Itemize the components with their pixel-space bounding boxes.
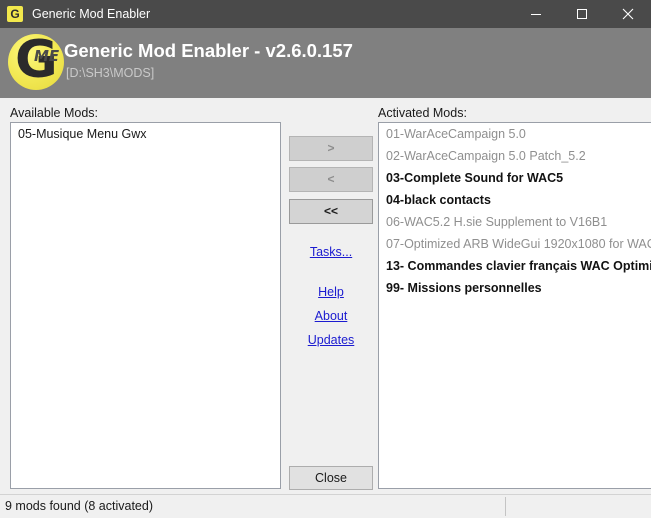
close-icon[interactable] [605, 0, 651, 28]
maximize-icon[interactable] [559, 0, 605, 28]
window-controls [513, 0, 651, 28]
tasks-link[interactable]: Tasks... [289, 245, 373, 259]
list-item[interactable]: 01-WarAceCampaign 5.0 [379, 123, 651, 145]
list-item[interactable]: 99- Missions personnelles [379, 277, 651, 299]
updates-link[interactable]: Updates [289, 333, 373, 347]
mods-path: [D:\SH3\MODS] [66, 66, 155, 80]
app-logo-icon: G [7, 6, 23, 22]
remove-all-mods-button[interactable]: << [289, 199, 373, 224]
generic-mod-enabler-window: G Generic Mod Enabler G ME Generic Mod E… [0, 0, 651, 518]
remove-mod-button[interactable]: < [289, 167, 373, 192]
help-link[interactable]: Help [289, 285, 373, 299]
add-mod-button[interactable]: > [289, 136, 373, 161]
minimize-icon[interactable] [513, 0, 559, 28]
header-band: G ME Generic Mod Enabler - v2.6.0.157 [D… [0, 28, 651, 98]
available-mods-label: Available Mods: [10, 106, 99, 120]
activated-mods-list[interactable]: 01-WarAceCampaign 5.0 02-WarAceCampaign 5… [378, 122, 651, 489]
window-title: Generic Mod Enabler [32, 7, 151, 21]
list-item[interactable]: 02-WarAceCampaign 5.0 Patch_5.2 [379, 145, 651, 167]
gme-logo-icon: G ME [8, 34, 64, 90]
logo-letters-me: ME [34, 47, 60, 65]
statusbar: 9 mods found (8 activated) [0, 494, 651, 518]
list-item[interactable]: 04-black contacts [379, 189, 651, 211]
list-item[interactable]: 13- Commandes clavier français WAC Optim… [379, 255, 651, 277]
list-item[interactable]: 05-Musique Menu Gwx [11, 123, 280, 145]
statusbar-divider [505, 497, 506, 516]
close-button[interactable]: Close [289, 466, 373, 490]
list-item[interactable]: 07-Optimized ARB WideGui 1920x1080 for W… [379, 233, 651, 255]
main-content: Available Mods: 05-Musique Menu Gwx Acti… [0, 98, 651, 494]
list-item[interactable]: 03-Complete Sound for WAC5 [379, 167, 651, 189]
app-title: Generic Mod Enabler - v2.6.0.157 [64, 40, 353, 61]
titlebar: G Generic Mod Enabler [0, 0, 651, 28]
status-text: 9 mods found (8 activated) [5, 499, 153, 513]
about-link[interactable]: About [289, 309, 373, 323]
available-mods-list[interactable]: 05-Musique Menu Gwx [10, 122, 281, 489]
activated-mods-label: Activated Mods: [378, 106, 467, 120]
list-item[interactable]: 06-WAC5.2 H.sie Supplement to V16B1 [379, 211, 651, 233]
